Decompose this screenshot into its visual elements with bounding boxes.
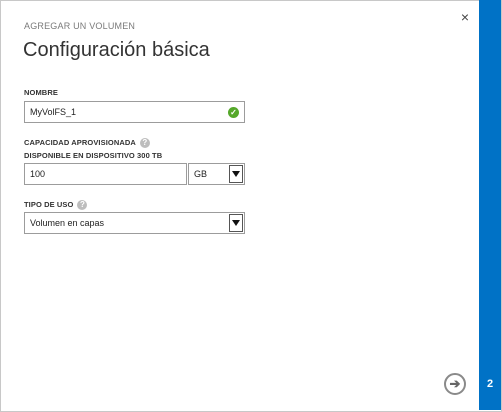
add-volume-dialog: × AGREGAR UN VOLUMEN Configuración básic… <box>0 0 502 412</box>
usage-type-select[interactable]: Volumen en capas <box>24 212 245 234</box>
chevron-down-icon[interactable] <box>229 165 243 183</box>
name-label: NOMBRE <box>24 88 58 97</box>
capacity-available-label: DISPONIBLE EN DISPOSITIVO 300 TB <box>24 151 163 160</box>
capacity-label-row: CAPACIDAD APROVISIONADA? <box>24 138 150 149</box>
capacity-unit-value: GB <box>194 169 208 179</box>
check-icon: ✓ <box>228 107 239 118</box>
capacity-input[interactable]: 100 <box>24 163 187 185</box>
step-number: 2 <box>486 378 494 390</box>
chevron-down-icon[interactable] <box>229 214 243 232</box>
usage-label-row: TIPO DE USO? <box>24 200 88 211</box>
usage-label: TIPO DE USO <box>24 200 74 209</box>
name-value: MyVolFS_1 <box>30 107 77 117</box>
help-icon[interactable]: ? <box>139 138 150 149</box>
step-indicator-bar <box>479 0 501 410</box>
help-icon[interactable]: ? <box>77 200 88 211</box>
capacity-unit-select[interactable]: GB <box>188 163 245 185</box>
capacity-label: CAPACIDAD APROVISIONADA <box>24 138 136 147</box>
close-button[interactable]: × <box>457 9 473 25</box>
dialog-subtitle: AGREGAR UN VOLUMEN <box>24 21 136 31</box>
usage-type-value: Volumen en capas <box>30 218 105 228</box>
capacity-value: 100 <box>30 169 46 179</box>
page-title: Configuración básica <box>23 39 210 61</box>
name-input[interactable]: MyVolFS_1 ✓ <box>24 101 245 123</box>
next-button[interactable]: ➔ <box>444 373 466 395</box>
